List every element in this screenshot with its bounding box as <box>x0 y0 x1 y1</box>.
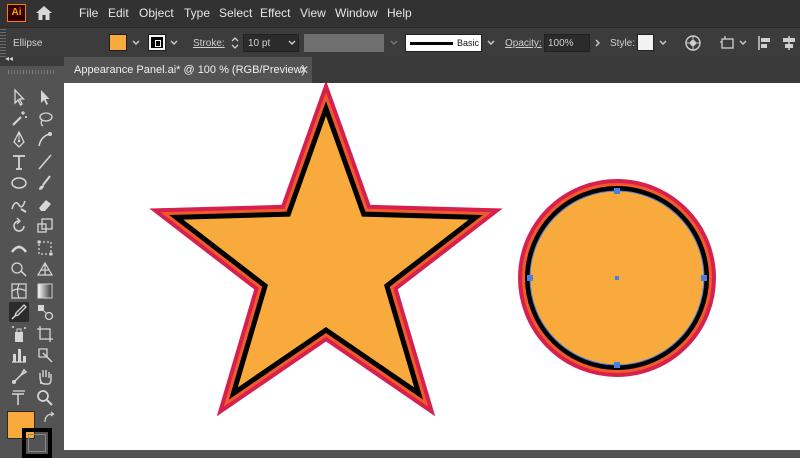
magic-wand-icon[interactable] <box>9 109 29 129</box>
shape-builder-icon[interactable] <box>9 259 29 279</box>
stroke-weight-stepper-icon[interactable] <box>229 36 241 50</box>
mesh-icon[interactable] <box>9 281 29 301</box>
anchor-left-handle[interactable] <box>527 275 533 281</box>
menu-bar: Ai File Edit Object Type Select Effect V… <box>0 0 800 27</box>
stroke-swatch[interactable] <box>148 34 166 51</box>
circle-shape[interactable] <box>518 179 716 377</box>
tools-panel-header: ◂◂ <box>0 54 64 66</box>
control-bar-grip[interactable] <box>0 28 6 57</box>
style-chevron-down-icon[interactable] <box>657 37 669 49</box>
center-point-handle[interactable] <box>615 276 619 280</box>
variable-width-profile[interactable] <box>304 34 384 52</box>
eyedropper-icon[interactable] <box>9 302 29 322</box>
menu-object[interactable]: Object <box>139 6 174 20</box>
slice-icon[interactable] <box>35 345 55 365</box>
variable-width-chevron-down-icon[interactable] <box>388 37 400 49</box>
menu-effect[interactable]: Effect <box>260 6 290 20</box>
hand-alt-icon[interactable] <box>9 367 29 387</box>
horizontal-align-center-icon[interactable] <box>780 34 798 52</box>
eraser-icon[interactable] <box>35 195 55 215</box>
stroke-weight-value[interactable]: 10 pt <box>248 38 270 49</box>
style-label: Style: <box>610 38 636 49</box>
free-transform-icon[interactable] <box>35 238 55 258</box>
scale-icon[interactable] <box>35 216 55 236</box>
menu-type[interactable]: Type <box>184 6 210 20</box>
perspective-grid-icon[interactable] <box>35 259 55 279</box>
blend-icon[interactable] <box>35 302 55 322</box>
curvature-icon[interactable] <box>35 130 55 150</box>
menu-window[interactable]: Window <box>335 6 378 20</box>
type-icon[interactable] <box>9 152 29 172</box>
direct-selection-icon[interactable] <box>35 87 55 107</box>
tools-panel: ◂◂ <box>0 54 64 458</box>
anchor-top-handle[interactable] <box>614 188 620 194</box>
star-shape[interactable] <box>149 83 503 417</box>
star-fill <box>183 116 469 388</box>
menu-edit[interactable]: Edit <box>108 6 129 20</box>
artboard-canvas[interactable] <box>64 83 800 450</box>
menu-view[interactable]: View <box>300 6 326 20</box>
close-icon[interactable]: ✕ <box>299 63 309 77</box>
brush-definition-field[interactable]: Basic <box>405 34 482 52</box>
magnifier-icon[interactable] <box>35 388 55 408</box>
artwork <box>149 83 716 417</box>
align-to-chevron-down-icon[interactable] <box>737 37 749 49</box>
line-segment-icon[interactable] <box>35 152 55 172</box>
home-icon[interactable] <box>34 4 54 22</box>
opacity-label[interactable]: Opacity: <box>505 38 542 49</box>
selection-type-label: Ellipse <box>13 38 43 49</box>
graphic-style-swatch[interactable] <box>637 34 654 51</box>
collapse-panel-icon[interactable]: ◂◂ <box>5 54 13 63</box>
ellipse-icon[interactable] <box>9 173 29 193</box>
gradient-icon[interactable] <box>35 281 55 301</box>
control-bar: Ellipse Stroke: 10 pt Basic Opacity: 100… <box>0 27 800 57</box>
stroke-label[interactable]: Stroke: <box>193 38 225 49</box>
document-tab-bar: Appearance Panel.ai* @ 100 % (RGB/Previe… <box>0 57 800 83</box>
menu-file[interactable]: File <box>79 6 98 20</box>
document-tab[interactable]: Appearance Panel.ai* @ 100 % (RGB/Previe… <box>64 57 312 83</box>
menu-help[interactable]: Help <box>387 6 412 20</box>
fill-swatch[interactable] <box>109 34 127 51</box>
rotate-icon[interactable] <box>9 216 29 236</box>
lasso-icon[interactable] <box>35 109 55 129</box>
anchor-right-handle[interactable] <box>701 275 707 281</box>
paintbrush-icon[interactable] <box>35 173 55 193</box>
opacity-value[interactable]: 100% <box>548 38 574 49</box>
width-icon[interactable] <box>9 238 29 258</box>
column-graph-icon[interactable] <box>9 345 29 365</box>
menu-select[interactable]: Select <box>219 6 252 20</box>
stroke-color-swatch[interactable] <box>22 428 52 458</box>
brush-chevron-down-icon[interactable] <box>485 37 497 49</box>
zoom-icon[interactable] <box>9 388 29 408</box>
opacity-field[interactable]: 100% <box>544 34 590 52</box>
stroke-chevron-down-icon[interactable] <box>168 37 180 49</box>
tools-panel-grip[interactable] <box>8 70 56 74</box>
artboard-icon[interactable] <box>35 324 55 344</box>
opacity-chevron-right-icon[interactable] <box>592 37 604 49</box>
stroke-weight-chevron-down-icon[interactable] <box>286 37 298 49</box>
shaper-icon[interactable] <box>9 195 29 215</box>
app-logo[interactable]: Ai <box>7 4 26 22</box>
fill-chevron-down-icon[interactable] <box>130 37 142 49</box>
pen-icon[interactable] <box>9 130 29 150</box>
symbol-sprayer-icon[interactable] <box>9 324 29 344</box>
selection-icon[interactable] <box>9 87 29 107</box>
stroke-weight-field[interactable]: 10 pt <box>243 34 299 52</box>
brush-definition-label: Basic <box>457 38 480 48</box>
hand-icon[interactable] <box>35 367 55 387</box>
anchor-bottom-handle[interactable] <box>614 362 620 368</box>
align-to-icon[interactable] <box>719 34 737 52</box>
recolor-artwork-icon[interactable] <box>684 34 702 52</box>
horizontal-align-left-icon[interactable] <box>756 34 774 52</box>
swap-fill-stroke-icon[interactable] <box>42 411 56 425</box>
document-tab-title[interactable]: Appearance Panel.ai* @ 100 % (RGB/Previe… <box>74 64 305 76</box>
